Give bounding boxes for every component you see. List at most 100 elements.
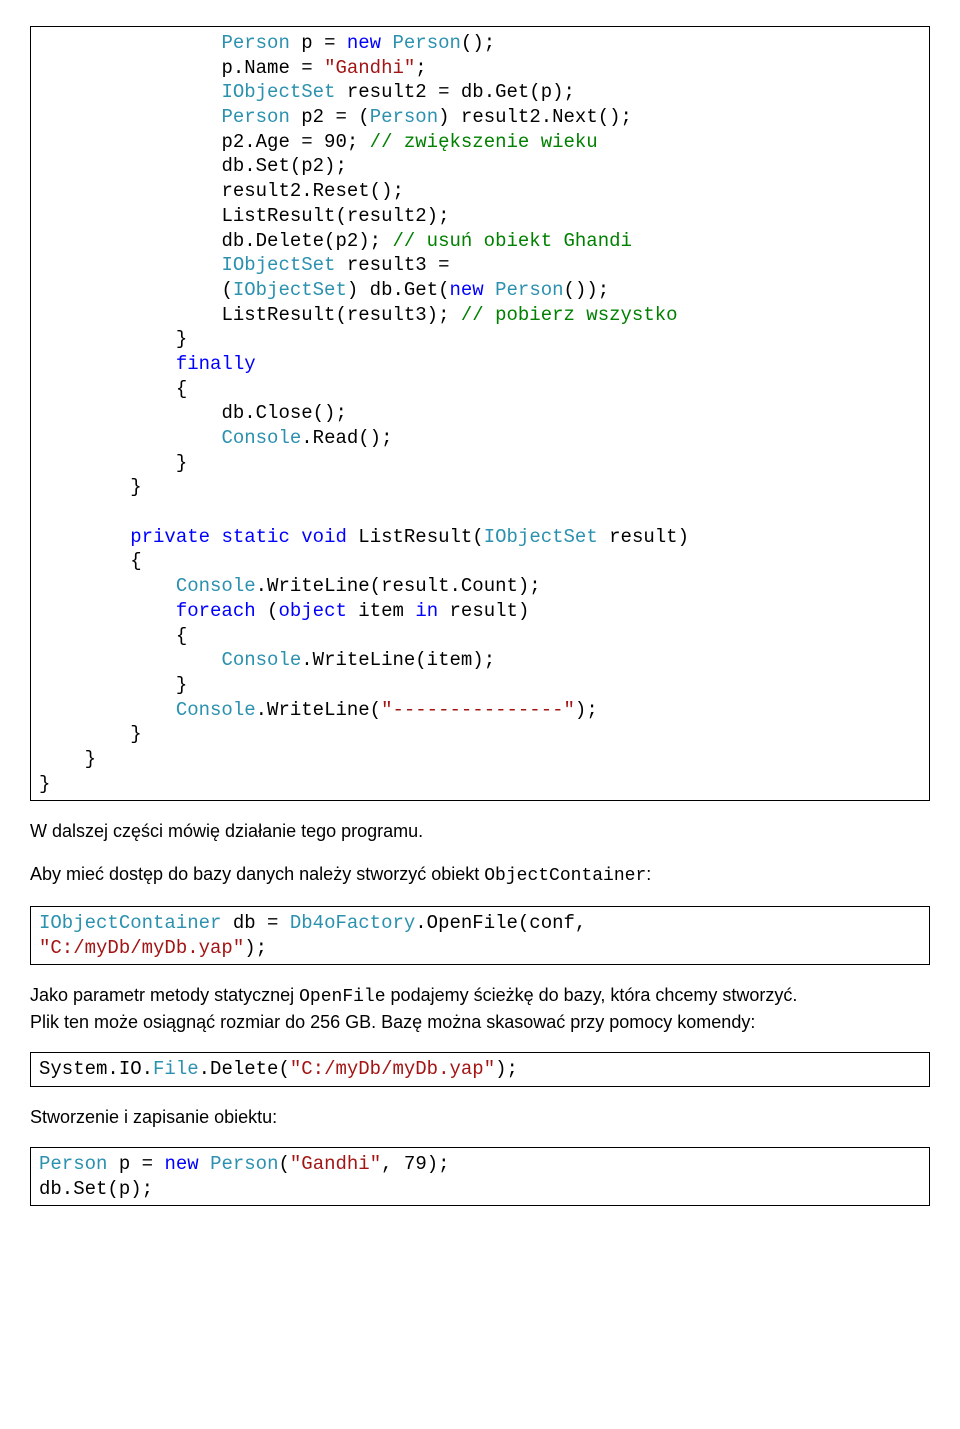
code-token: Console (221, 427, 301, 449)
code-token: .OpenFile(conf, (415, 912, 586, 934)
code-token: Person (495, 279, 563, 301)
code-token: "Gandhi" (324, 57, 415, 79)
code-token: "---------------" (381, 699, 575, 721)
code-token (199, 1153, 210, 1175)
code-token: } (39, 773, 50, 795)
text: podajemy ścieżkę do bazy, która chcemy s… (386, 985, 798, 1005)
code-token: IObjectSet (221, 254, 335, 276)
code-token: result2 = db.Get(p); (335, 81, 574, 103)
code-token: object (278, 600, 346, 622)
code-token: .WriteLine(result.Count); (256, 575, 541, 597)
code-token (381, 32, 392, 54)
code-token: ); (244, 937, 267, 959)
code-token: new (164, 1153, 198, 1175)
code-token: db = (221, 912, 289, 934)
code-token: result3 = (335, 254, 449, 276)
code-token: "C:/myDb/myDb.yap" (39, 937, 244, 959)
code-token: Person (210, 1153, 278, 1175)
code-token (290, 526, 301, 548)
text: Jako parametr metody statycznej (30, 985, 299, 1005)
code-token: static (221, 526, 289, 548)
code-token: result) (598, 526, 689, 548)
code-token: } (176, 674, 187, 696)
code-token: IObjectContainer (39, 912, 221, 934)
code-token: IObjectSet (233, 279, 347, 301)
code-token: ( (278, 1153, 289, 1175)
paragraph: Jako parametr metody statycznej OpenFile… (30, 983, 930, 1034)
code-token: .Delete( (199, 1058, 290, 1080)
code-block-1: Person p = new Person(); p.Name = "Gandh… (30, 26, 930, 801)
code-block-2: IObjectContainer db = Db4oFactory.OpenFi… (30, 906, 930, 965)
code-token: Console (221, 649, 301, 671)
code-token: item (347, 600, 415, 622)
code-token: Console (176, 699, 256, 721)
code-token: { (176, 378, 187, 400)
code-token: p = (290, 32, 347, 54)
code-token: } (130, 476, 141, 498)
code-token: { (176, 625, 187, 647)
code-token: ListResult(result2); (221, 205, 449, 227)
code-token: , 79); (381, 1153, 449, 1175)
code-token: { (130, 550, 141, 572)
code-token (484, 279, 495, 301)
code-token: .WriteLine( (256, 699, 381, 721)
code-token: // zwiększenie wieku (370, 131, 598, 153)
code-token: } (130, 723, 141, 745)
code-token: result) (438, 600, 529, 622)
code-token: IObjectSet (484, 526, 598, 548)
code-token: File (153, 1058, 199, 1080)
code-token: in (415, 600, 438, 622)
code-token: Person (370, 106, 438, 128)
code-token: // pobierz wszystko (461, 304, 678, 326)
code-token: foreach (176, 600, 256, 622)
code-token: ); (575, 699, 598, 721)
paragraph: Stworzenie i zapisanie obiektu: (30, 1105, 930, 1129)
code-token: Person (39, 1153, 107, 1175)
code-token: Console (176, 575, 256, 597)
code-token: ) result2.Next(); (438, 106, 632, 128)
text: Plik ten może osiągnąć rozmiar do 256 GB… (30, 1012, 755, 1032)
code-token: ) db.Get( (347, 279, 450, 301)
code-token: result2.Reset(); (221, 180, 403, 202)
paragraph: Aby mieć dostęp do bazy danych należy st… (30, 862, 930, 888)
code-token: db.Close(); (221, 402, 346, 424)
code-block-4: Person p = new Person("Gandhi", 79); db.… (30, 1147, 930, 1206)
code-token: void (301, 526, 347, 548)
inline-code: OpenFile (299, 987, 385, 1007)
code-token: finally (176, 353, 256, 375)
code-token: ListResult( (347, 526, 484, 548)
code-token: } (85, 748, 96, 770)
code-token: ( (256, 600, 279, 622)
code-token: // usuń obiekt Ghandi (392, 230, 631, 252)
code-token: (); (461, 32, 495, 54)
code-token: IObjectSet (221, 81, 335, 103)
code-token: p.Name = (221, 57, 324, 79)
code-token: ); (495, 1058, 518, 1080)
code-token: db.Set(p2); (221, 155, 346, 177)
code-token: System.IO. (39, 1058, 153, 1080)
code-token: ()); (564, 279, 610, 301)
code-token: p2.Age = 90; (221, 131, 369, 153)
text: Aby mieć dostęp do bazy danych należy st… (30, 864, 484, 884)
code-token: db.Set(p); (39, 1178, 153, 1200)
inline-code: ObjectContainer (484, 866, 646, 886)
code-token: } (176, 452, 187, 474)
code-token: Person (393, 32, 461, 54)
code-token: Person (221, 32, 289, 54)
code-token: } (176, 328, 187, 350)
code-token: ListResult(result3); (221, 304, 460, 326)
code-token: db.Delete(p2); (221, 230, 392, 252)
code-token: Db4oFactory (290, 912, 415, 934)
code-token: new (450, 279, 484, 301)
code-token: p2 = ( (290, 106, 370, 128)
paragraph: W dalszej części mówię działanie tego pr… (30, 819, 930, 843)
code-token: .WriteLine(item); (301, 649, 495, 671)
code-token: private (130, 526, 210, 548)
code-token: "C:/myDb/myDb.yap" (290, 1058, 495, 1080)
code-token (210, 526, 221, 548)
text: : (646, 864, 651, 884)
code-token: new (347, 32, 381, 54)
code-token: p = (107, 1153, 164, 1175)
code-token: ( (221, 279, 232, 301)
code-block-3: System.IO.File.Delete("C:/myDb/myDb.yap"… (30, 1052, 930, 1087)
